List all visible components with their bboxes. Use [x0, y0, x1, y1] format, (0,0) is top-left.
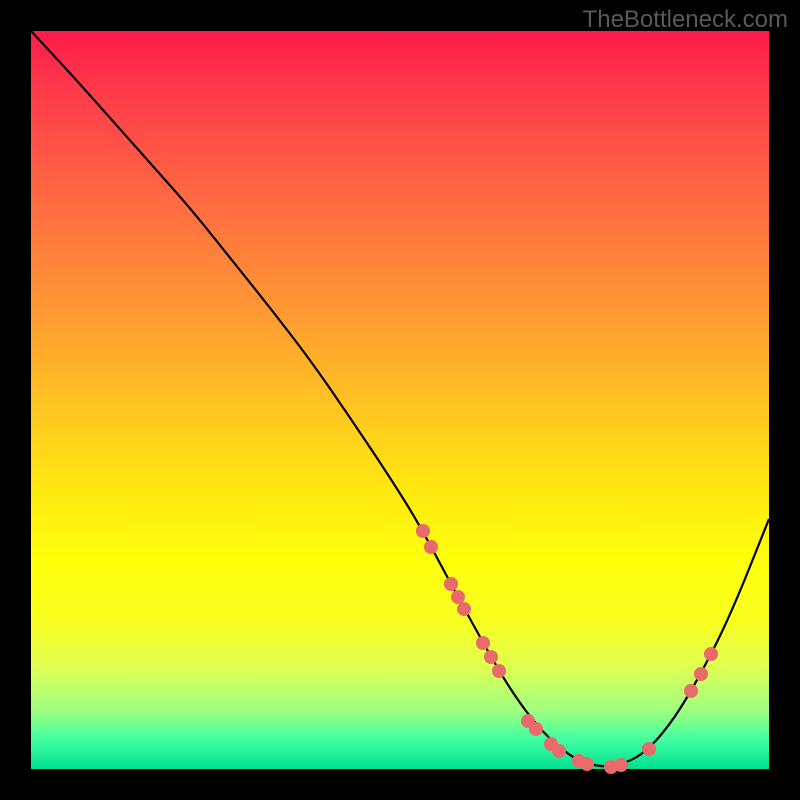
data-marker: [642, 742, 656, 756]
data-marker: [614, 758, 628, 772]
bottleneck-chart: [31, 31, 769, 769]
data-marker: [580, 757, 594, 771]
data-marker: [457, 602, 471, 616]
data-marker: [424, 540, 438, 554]
data-markers: [416, 524, 718, 774]
data-marker: [694, 667, 708, 681]
data-marker: [492, 664, 506, 678]
data-marker: [684, 684, 698, 698]
data-marker: [484, 650, 498, 664]
data-marker: [416, 524, 430, 538]
watermark-text: TheBottleneck.com: [583, 6, 788, 34]
data-marker: [476, 636, 490, 650]
data-marker: [704, 647, 718, 661]
data-marker: [451, 590, 465, 604]
data-marker: [552, 744, 566, 758]
data-marker: [444, 577, 458, 591]
bottleneck-curve-line: [31, 31, 769, 766]
data-marker: [529, 722, 543, 736]
